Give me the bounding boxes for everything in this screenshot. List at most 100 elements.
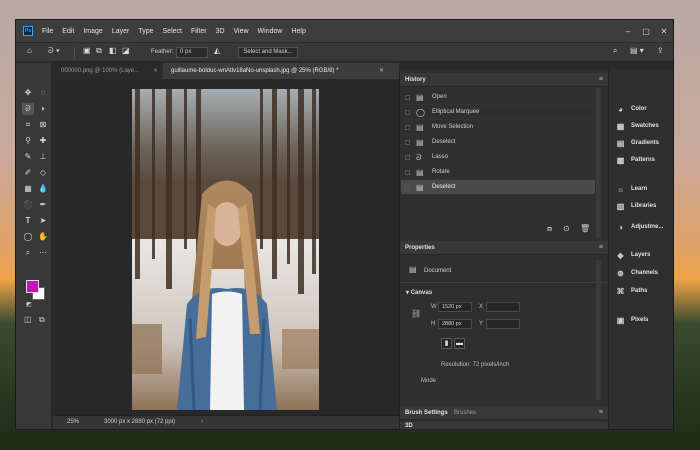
menu-filter[interactable]: Filter bbox=[191, 28, 207, 35]
search-icon[interactable]: ⌕ bbox=[613, 46, 617, 56]
foreground-color-swatch[interactable] bbox=[26, 280, 39, 293]
link-icon[interactable]: ⛓ bbox=[411, 309, 421, 318]
ellipse-shape-icon[interactable]: ◯ bbox=[22, 231, 34, 243]
feather-input[interactable]: 0 px bbox=[176, 47, 208, 58]
quick-selection-icon[interactable]: ◗ bbox=[37, 103, 49, 115]
new-snapshot-icon[interactable]: ⊙ bbox=[563, 224, 570, 233]
healing-brush-icon[interactable]: ✚ bbox=[37, 135, 49, 147]
quick-mask-icon[interactable]: ◫ bbox=[24, 315, 32, 324]
landscape-orientation-icon[interactable]: ▬ bbox=[454, 338, 465, 349]
history-scrollbar[interactable] bbox=[596, 88, 601, 238]
new-selection-icon[interactable]: ▣ bbox=[83, 46, 91, 55]
tab-000000-png[interactable]: 000000.png @ 100% (Laye... bbox=[53, 63, 161, 79]
blur-tool-icon[interactable]: 💧 bbox=[37, 183, 49, 195]
menu-type[interactable]: Type bbox=[138, 28, 153, 35]
close-button[interactable]: ✕ bbox=[655, 27, 673, 36]
properties-scrollbar[interactable] bbox=[596, 260, 601, 400]
history-brush-icon[interactable]: ✐ bbox=[22, 167, 34, 179]
panel-menu-icon[interactable]: ≡ bbox=[599, 244, 603, 251]
zoom-level[interactable]: 25% bbox=[67, 419, 79, 425]
menu-file[interactable]: File bbox=[42, 28, 53, 35]
delete-state-icon[interactable]: 🗑 bbox=[580, 224, 590, 233]
type-tool-icon[interactable]: T bbox=[22, 215, 34, 227]
history-item[interactable]: ▤ Rotate bbox=[401, 165, 595, 180]
maximize-button[interactable]: ▢ bbox=[637, 27, 655, 36]
width-field[interactable]: 1520 px bbox=[438, 302, 472, 312]
screen-mode-icon[interactable]: ⧉ bbox=[39, 315, 45, 325]
history-brush-source-checkbox[interactable] bbox=[405, 125, 410, 130]
patterns-panel-button[interactable]: ▩ Patterns bbox=[615, 153, 655, 167]
eraser-icon[interactable]: ◇ bbox=[37, 167, 49, 179]
home-icon[interactable]: ⌂ bbox=[27, 46, 32, 55]
path-selection-icon[interactable]: ➤ bbox=[37, 215, 49, 227]
history-brush-source-checkbox[interactable] bbox=[405, 170, 410, 175]
brushes-tab[interactable]: Brushes bbox=[454, 410, 476, 416]
history-item[interactable]: ▤ Open bbox=[401, 90, 595, 105]
more-tools-icon[interactable]: ⋯ bbox=[37, 247, 49, 259]
menu-view[interactable]: View bbox=[234, 28, 249, 35]
select-and-mask-button[interactable]: Select and Mask... bbox=[238, 47, 298, 58]
libraries-panel-button[interactable]: ▥ Libraries bbox=[615, 199, 657, 213]
eyedropper-icon[interactable]: ⚲ bbox=[22, 135, 34, 147]
height-field[interactable]: 2880 px bbox=[438, 319, 472, 329]
dodge-tool-icon[interactable]: ⚫ bbox=[22, 199, 34, 211]
close-tab-icon[interactable]: ✕ bbox=[379, 67, 384, 74]
learn-panel-button[interactable]: ☼ Learn bbox=[615, 182, 648, 196]
clone-stamp-icon[interactable]: ⊥ bbox=[37, 151, 49, 163]
workspace-icon[interactable]: ▤ ▾ bbox=[630, 46, 644, 55]
history-brush-source-checkbox[interactable] bbox=[405, 155, 410, 160]
swatches-panel-button[interactable]: ▦ Swatches bbox=[615, 119, 659, 133]
brush-settings-tab[interactable]: Brush Settings bbox=[405, 410, 448, 416]
paths-panel-button[interactable]: ⌘ Paths bbox=[615, 284, 648, 298]
anti-alias-icon[interactable]: ◭ bbox=[214, 46, 220, 55]
crop-tool-icon[interactable]: ⌗ bbox=[22, 119, 34, 131]
elliptical-marquee-icon[interactable]: ◌ bbox=[37, 87, 49, 99]
subtract-selection-icon[interactable]: ◧ bbox=[109, 46, 117, 55]
history-item[interactable]: ◯ Elliptical Marquee bbox=[401, 105, 595, 120]
minimize-button[interactable]: – bbox=[619, 27, 637, 36]
history-item[interactable]: ▤ Deselect bbox=[401, 180, 595, 195]
zoom-tool-icon[interactable]: ⌕ bbox=[22, 247, 34, 259]
x-field[interactable] bbox=[486, 302, 520, 312]
pixels-panel-button[interactable]: ▣ Pixels bbox=[615, 313, 649, 327]
document-info[interactable]: 3000 px x 2880 px (72 ppi) bbox=[104, 419, 175, 425]
document-image[interactable] bbox=[132, 89, 319, 410]
lasso-tool-icon[interactable]: ᘐ bbox=[22, 103, 34, 115]
panel-menu-icon[interactable]: ≡ bbox=[599, 409, 603, 416]
brush-tool-icon[interactable]: ✎ bbox=[22, 151, 34, 163]
history-brush-source-checkbox[interactable] bbox=[405, 110, 410, 115]
close-tab-icon[interactable]: ✕ bbox=[153, 67, 158, 74]
new-document-from-state-icon[interactable]: ⧈ bbox=[547, 224, 552, 234]
history-tab[interactable]: History bbox=[405, 77, 426, 83]
pen-tool-icon[interactable]: ✒ bbox=[37, 199, 49, 211]
chevron-right-icon[interactable]: › bbox=[201, 418, 203, 425]
3d-tab[interactable]: 3D bbox=[405, 423, 413, 429]
color-panel-button[interactable]: ◕ Color bbox=[615, 102, 647, 116]
move-tool-icon[interactable]: ✥ bbox=[22, 87, 34, 99]
menu-select[interactable]: Select bbox=[163, 28, 182, 35]
history-item[interactable]: ᘐ Lasso bbox=[401, 150, 595, 165]
portrait-orientation-icon[interactable]: ▮ bbox=[441, 338, 452, 349]
canvas-section-label[interactable]: ▾ Canvas bbox=[406, 289, 432, 296]
menu-layer[interactable]: Layer bbox=[112, 28, 130, 35]
share-icon[interactable]: ⇪ bbox=[657, 46, 664, 55]
layers-panel-button[interactable]: ◈ Layers bbox=[615, 248, 650, 262]
intersect-selection-icon[interactable]: ◪ bbox=[122, 46, 130, 55]
menu-image[interactable]: Image bbox=[83, 28, 102, 35]
hand-tool-icon[interactable]: ✋ bbox=[37, 231, 49, 243]
menu-window[interactable]: Window bbox=[258, 28, 283, 35]
menu-help[interactable]: Help bbox=[291, 28, 305, 35]
add-selection-icon[interactable]: ⧉ bbox=[96, 46, 102, 56]
menu-3d[interactable]: 3D bbox=[216, 28, 225, 35]
history-brush-source-checkbox[interactable] bbox=[405, 185, 410, 190]
gradient-tool-icon[interactable]: ▦ bbox=[22, 183, 34, 195]
y-field[interactable] bbox=[486, 319, 520, 329]
channels-panel-button[interactable]: ⊛ Channels bbox=[615, 266, 658, 280]
history-item[interactable]: ▤ Deselect bbox=[401, 135, 595, 150]
panel-menu-icon[interactable]: ≡ bbox=[599, 76, 603, 83]
gradients-panel-button[interactable]: ▤ Gradients bbox=[615, 136, 659, 150]
lasso-tool-preset-icon[interactable]: ᘐ ▾ bbox=[48, 46, 60, 56]
frame-tool-icon[interactable]: ⊠ bbox=[37, 119, 49, 131]
properties-tab[interactable]: Properties bbox=[405, 245, 435, 251]
adjustments-panel-button[interactable]: ◑ Adjustme... bbox=[615, 220, 663, 234]
